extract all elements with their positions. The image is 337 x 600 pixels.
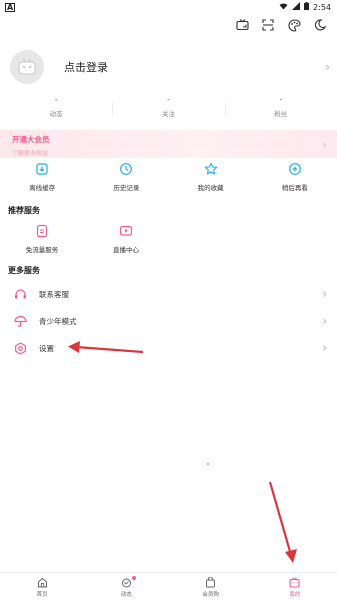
tv-icon [289,577,300,588]
nav-shop[interactable]: 会员购 [169,573,253,600]
nav-dynamic[interactable]: 动态 [84,573,168,600]
annotation-arrows [68,341,297,563]
home-icon [37,577,47,588]
nav-label: 我的 [289,592,301,598]
nav-label: 会员购 [202,592,219,598]
nav-label: 动态 [120,592,132,598]
shop-icon [206,577,216,588]
dot-artifact [207,463,209,465]
nav-label: 首页 [36,592,48,598]
bottom-nav: 首页 动态 会员购 我的 [0,572,337,600]
notification-badge [132,576,137,580]
arrow-to-settings [68,341,144,354]
arrow-to-my-tab [268,481,297,563]
dynamic-icon [121,578,131,588]
nav-home[interactable]: 首页 [0,573,84,600]
nav-mine[interactable]: 我的 [253,573,337,600]
